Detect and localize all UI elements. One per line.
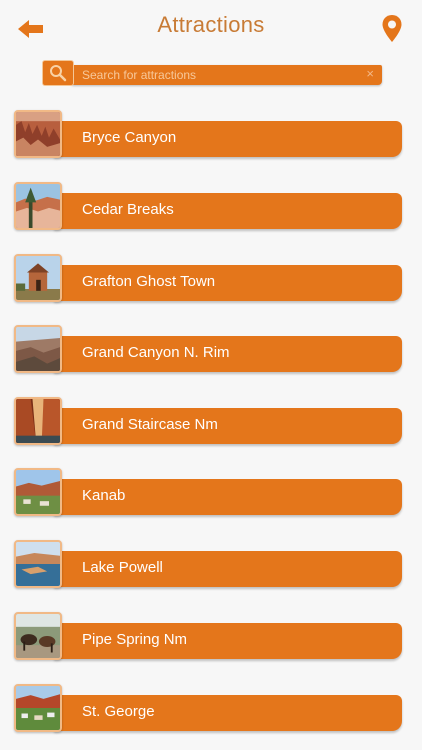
list-item-thumbnail xyxy=(14,254,62,302)
list-item-label: Grafton Ghost Town xyxy=(82,273,216,290)
clear-search-button[interactable]: × xyxy=(366,66,374,81)
list-item-label: Lake Powell xyxy=(82,559,163,576)
list-item-thumbnail xyxy=(14,397,62,445)
search-field: × xyxy=(72,65,382,85)
search-icon xyxy=(50,65,67,82)
list-item-pipe-spring-nm[interactable]: Pipe Spring Nm xyxy=(14,612,404,662)
list-item-label: St. George xyxy=(82,703,155,720)
list-item-thumbnail xyxy=(14,325,62,373)
list-item-st-george[interactable]: St. George xyxy=(14,684,404,734)
search-input[interactable] xyxy=(72,65,342,85)
list-item-thumbnail xyxy=(14,110,62,158)
app-screen: Attractions × Bryce Canyon xyxy=(0,0,422,750)
map-pin-icon xyxy=(382,15,402,42)
list-item-grand-canyon-n-rim[interactable]: Grand Canyon N. Rim xyxy=(14,325,404,375)
list-item-grafton-ghost-town[interactable]: Grafton Ghost Town xyxy=(14,254,404,304)
list-item-thumbnail xyxy=(14,468,62,516)
building-photo-icon xyxy=(16,256,60,300)
lake-photo-icon xyxy=(16,542,60,586)
location-button[interactable] xyxy=(381,14,403,44)
horses-photo-icon xyxy=(16,614,60,658)
canyon-photo-icon xyxy=(16,327,60,371)
list-item-label: Kanab xyxy=(82,487,126,504)
town-photo-icon xyxy=(16,470,60,514)
list-item-cedar-breaks[interactable]: Cedar Breaks xyxy=(14,182,404,232)
search-button[interactable] xyxy=(42,60,74,86)
list-item-label: Cedar Breaks xyxy=(82,201,174,218)
list-item-label: Grand Staircase Nm xyxy=(82,416,218,433)
list-item-thumbnail xyxy=(14,684,62,732)
list-item-thumbnail xyxy=(14,612,62,660)
list-item-bryce-canyon[interactable]: Bryce Canyon xyxy=(14,110,404,160)
canyon-photo-icon xyxy=(16,112,60,156)
list-item-thumbnail xyxy=(14,182,62,230)
list-item-thumbnail xyxy=(14,540,62,588)
town-photo-icon xyxy=(16,686,60,730)
list-item-label: Pipe Spring Nm xyxy=(82,631,188,648)
list-item-label: Grand Canyon N. Rim xyxy=(82,344,230,361)
canyon-photo-icon xyxy=(16,184,60,228)
page-title: Attractions xyxy=(157,12,265,37)
list-item-label: Bryce Canyon xyxy=(82,129,177,146)
list-item-lake-powell[interactable]: Lake Powell xyxy=(14,540,404,590)
search-bar: × xyxy=(42,60,382,86)
canyon-photo-icon xyxy=(16,399,60,443)
list-item-grand-staircase-nm[interactable]: Grand Staircase Nm xyxy=(14,397,404,447)
list-item-kanab[interactable]: Kanab xyxy=(14,468,404,518)
